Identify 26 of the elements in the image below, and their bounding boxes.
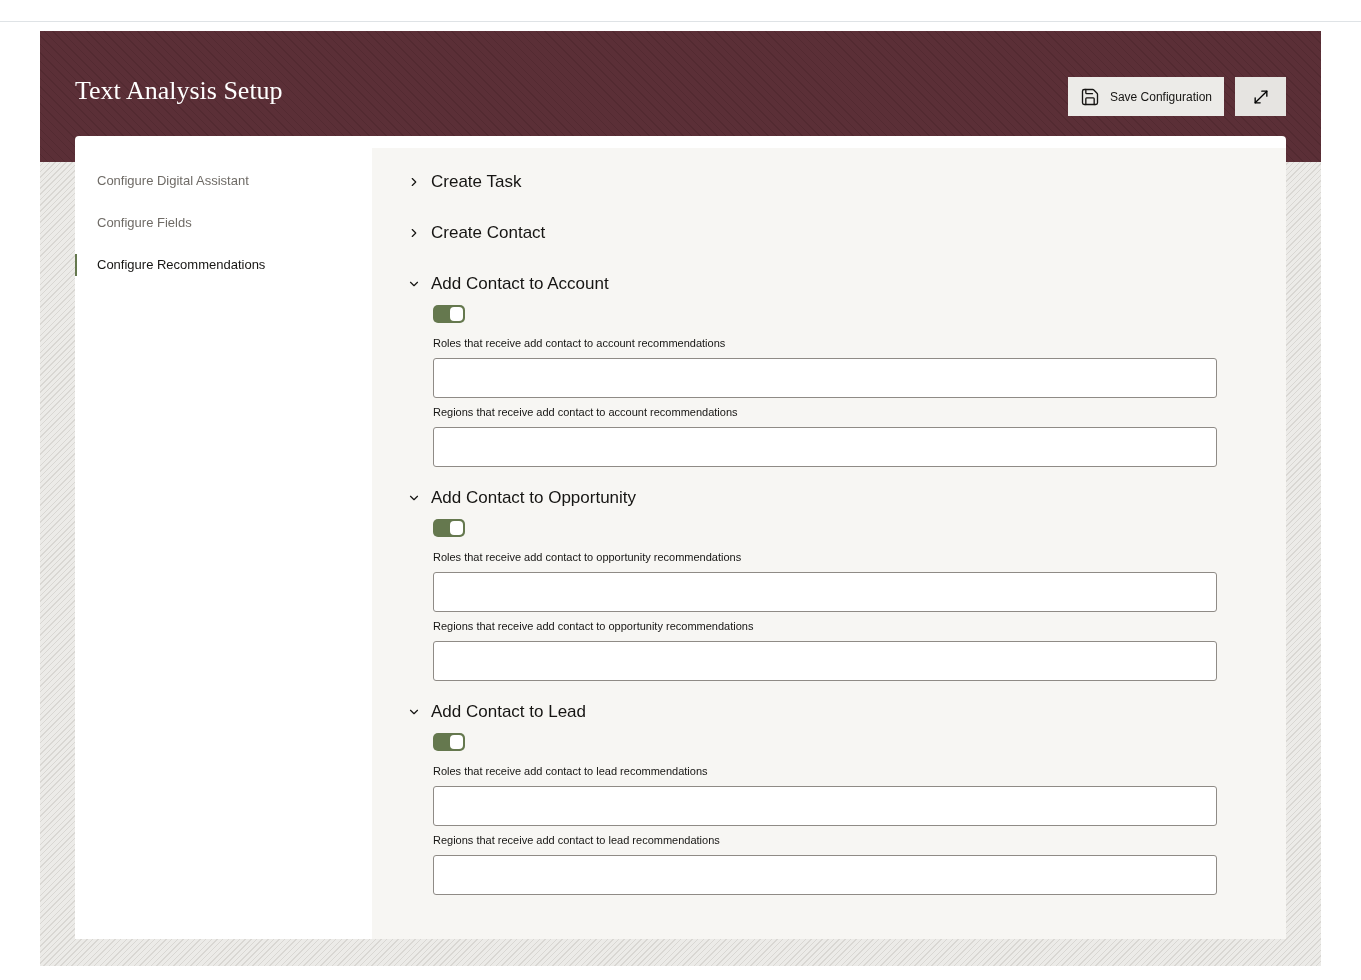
field-label: Regions that receive add contact to account recommendations	[433, 406, 739, 419]
field-label: Roles that receive add contact to opportunity recommendations	[433, 551, 743, 564]
save-configuration-button[interactable]: Save Configuration	[1067, 77, 1224, 116]
toggle-switch[interactable]	[433, 733, 465, 751]
sidebar-item[interactable]: Configure Digital Assistant	[75, 170, 372, 192]
input-field[interactable]	[433, 855, 1217, 895]
field-label: Roles that receive add contact to account recommendations	[433, 337, 727, 350]
page-title: Text Analysis Setup	[75, 75, 283, 107]
section-header[interactable]: Add Contact to Lead	[407, 699, 1217, 725]
field-label: Regions that receive add contact to lead recommendations	[433, 834, 721, 847]
sidebar-item[interactable]: Configure Fields	[75, 212, 372, 234]
expand-button[interactable]	[1235, 77, 1286, 116]
section-header[interactable]: Add Contact to Account	[407, 271, 1217, 297]
field-label: Roles that receive add contact to lead recommendations	[433, 765, 709, 778]
section-header[interactable]: Create Task	[407, 169, 1217, 195]
field-label: Regions that receive add contact to opportunity recommendations	[433, 620, 755, 633]
input-field[interactable]	[433, 358, 1217, 398]
toggle-switch[interactable]	[433, 519, 465, 537]
input-field[interactable]	[433, 572, 1217, 612]
input-field[interactable]	[433, 427, 1217, 467]
save-icon	[1079, 86, 1100, 107]
section-header[interactable]: Create Contact	[407, 220, 1217, 246]
section-header[interactable]: Add Contact to Opportunity	[407, 485, 1217, 511]
input-field[interactable]	[433, 786, 1217, 826]
toggle-switch[interactable]	[433, 305, 465, 323]
input-field[interactable]	[433, 641, 1217, 681]
